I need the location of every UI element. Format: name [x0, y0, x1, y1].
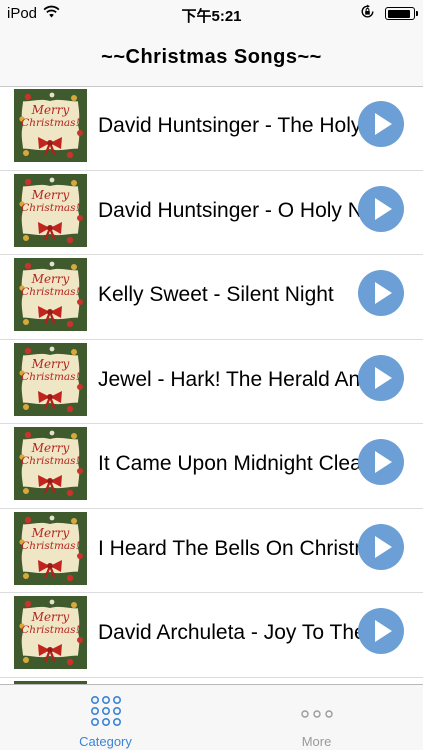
grid-icon [90, 695, 122, 732]
thumbnail-text-christmas: Christmas! [21, 117, 80, 129]
play-button[interactable] [358, 523, 404, 570]
more-dots-icon [300, 706, 334, 724]
christmas-thumbnail: Merry Christmas! [14, 511, 87, 585]
tab-category[interactable]: Category [0, 685, 211, 751]
play-button[interactable] [358, 185, 404, 232]
tab-more-label: More [301, 734, 332, 749]
rotation-lock-icon [360, 4, 375, 23]
battery-fill [387, 9, 410, 18]
song-list[interactable]: Merry Christmas! David Huntsinger - The … [0, 86, 423, 684]
thumbnail-text-merry: Merry [31, 610, 70, 624]
song-title: Jewel - Hark! The Herald Angels Sing [98, 367, 362, 391]
status-bar: iPod 下午5:21 [0, 0, 423, 28]
play-button[interactable] [358, 270, 404, 316]
song-title: David Archuleta - Joy To The World [98, 621, 362, 644]
song-row[interactable]: Merry Christmas! I Heard The Bells On Ch… [0, 509, 423, 593]
thumbnail-text-merry: Merry [31, 356, 70, 371]
play-button[interactable] [358, 101, 404, 147]
christmas-thumbnail: Merry Christmas! [14, 89, 87, 162]
christmas-thumbnail: Merry Christmas! [14, 173, 87, 247]
page-title: ~~Christmas Songs~~ [101, 45, 322, 68]
play-button[interactable] [358, 354, 404, 401]
thumbnail-text-christmas: Christmas! [21, 201, 80, 214]
play-icon [375, 366, 392, 389]
song-title: David Huntsinger - The Holy Night [98, 114, 362, 137]
song-title: Kelly Sweet - Silent Night [98, 283, 334, 306]
song-row[interactable]: Merry Christmas! David Archuleta - Joy T… [0, 593, 423, 678]
play-icon [375, 282, 392, 304]
tab-category-label: Category [79, 734, 132, 749]
christmas-thumbnail: Merry Christmas! [14, 596, 87, 669]
tab-bar: Category More [0, 684, 423, 750]
play-icon [375, 535, 392, 558]
song-row[interactable]: Merry Christmas! David Huntsinger - The … [0, 86, 423, 171]
thumbnail-text-merry: Merry [31, 103, 70, 117]
thumbnail-text-christmas: Christmas! [21, 539, 80, 552]
tab-more[interactable]: More [211, 685, 422, 751]
status-right [360, 4, 418, 23]
song-row[interactable]: Merry Christmas! David Huntsinger - O Ho… [0, 171, 423, 255]
thumbnail-text-merry: Merry [31, 187, 70, 202]
song-row[interactable]: Merry Christmas! Jewel - Hark! The Heral… [0, 340, 423, 424]
play-icon [375, 113, 392, 135]
nav-bar: ~~Christmas Songs~~ [0, 28, 423, 87]
thumbnail-text-christmas: Christmas! [21, 455, 80, 467]
thumbnail-text-christmas: Christmas! [21, 286, 80, 298]
song-title: It Came Upon Midnight Clear [98, 452, 362, 475]
song-title: David Huntsinger - O Holy Night [98, 198, 362, 222]
christmas-thumbnail: Merry Christmas! [14, 427, 87, 500]
song-title: I Heard The Bells On Christmas Day [98, 536, 362, 560]
battery-icon [385, 7, 418, 20]
play-button[interactable] [358, 439, 404, 485]
thumbnail-text-merry: Merry [31, 525, 70, 540]
christmas-thumbnail: Merry Christmas! [14, 258, 87, 331]
thumbnail-text-christmas: Christmas! [21, 370, 80, 383]
song-row[interactable]: Merry Christmas! It Came Upon Midnight C… [0, 424, 423, 509]
thumbnail-text-christmas: Christmas! [21, 624, 80, 636]
play-icon [375, 197, 392, 220]
play-button[interactable] [358, 608, 404, 654]
thumbnail-text-merry: Merry [31, 441, 70, 455]
thumbnail-text-merry: Merry [31, 272, 70, 286]
christmas-thumbnail: Merry Christmas! [14, 342, 87, 416]
play-icon [375, 451, 392, 473]
song-row[interactable]: Merry Christmas! Kelly Sweet - Silent Ni… [0, 255, 423, 340]
play-icon [375, 620, 392, 642]
